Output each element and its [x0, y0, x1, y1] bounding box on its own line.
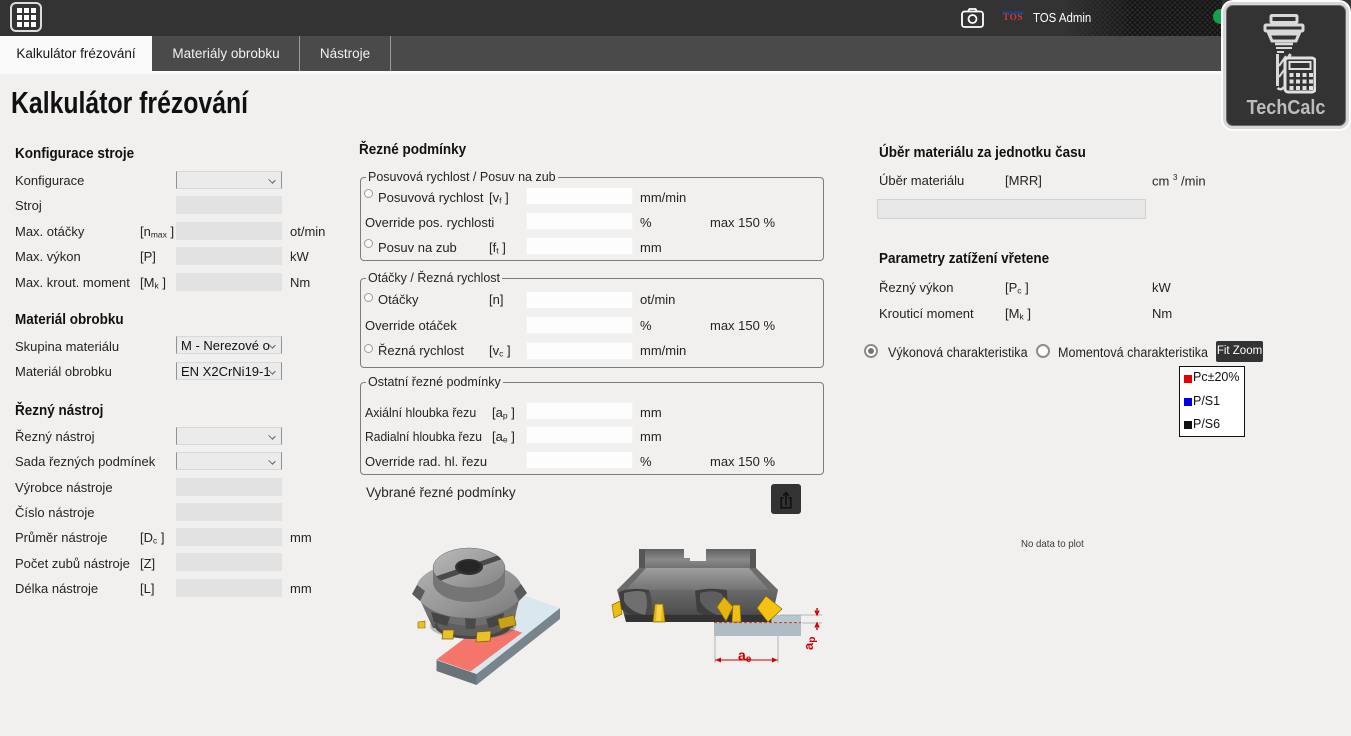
- svg-text:ae: ae: [738, 647, 752, 665]
- svg-text:ap: ap: [801, 637, 818, 650]
